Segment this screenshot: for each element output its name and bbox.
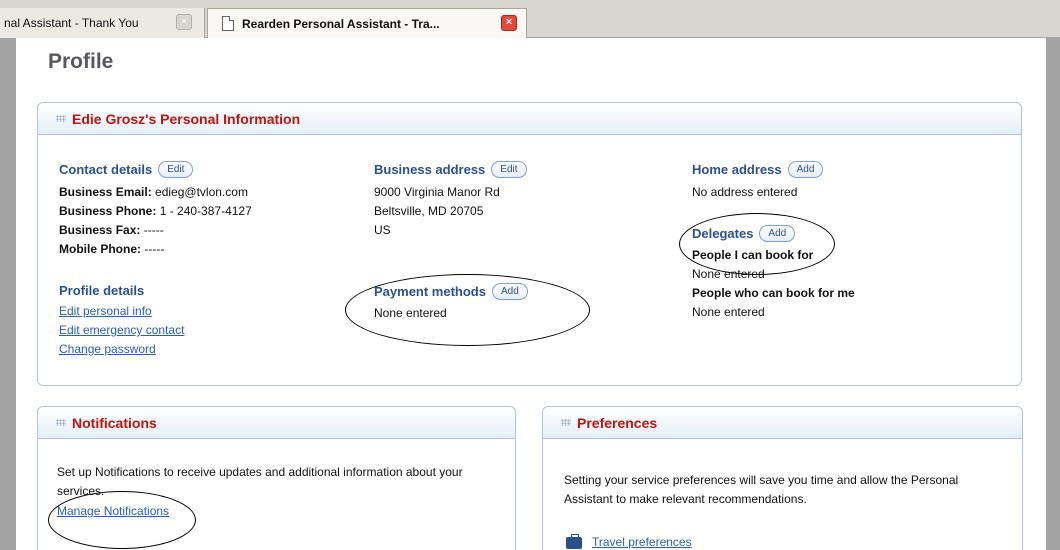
business-address-section: Business address Edit 9000 Virginia Mano…: [374, 161, 674, 240]
drag-grip-icon[interactable]: [56, 419, 66, 426]
add-delegate-button[interactable]: Add: [759, 225, 796, 242]
profile-details-section: Profile details Edit personal info Edit …: [59, 283, 359, 359]
field-label: Business Fax:: [59, 223, 141, 237]
tab-title: Rearden Personal Assistant - Tra...: [242, 16, 440, 31]
book-me-label: People who can book for me: [692, 286, 855, 300]
home-address-heading: Home address Add: [692, 161, 1012, 178]
contact-details-heading: Contact details Edit: [59, 161, 359, 178]
field-label: Mobile Phone:: [59, 242, 141, 256]
contact-details-section: Contact details Edit Business Email: edi…: [59, 161, 359, 259]
heading-label: Payment methods: [374, 284, 486, 299]
page-gutter-right: [1046, 38, 1060, 550]
panel-header: Edie Grosz's Personal Information: [38, 103, 1021, 135]
payment-methods-heading: Payment methods Add: [374, 283, 674, 300]
edit-personal-info-link[interactable]: Edit personal info: [59, 302, 359, 321]
payment-methods-section: Payment methods Add None entered: [374, 283, 674, 323]
book-me-status: None entered: [692, 305, 765, 319]
drag-grip-icon[interactable]: [561, 419, 571, 426]
panel-title: Notifications: [72, 414, 157, 431]
heading-label: Contact details: [59, 162, 153, 177]
address-line: 9000 Virginia Manor Rd: [374, 185, 500, 199]
change-password-link[interactable]: Change password: [59, 340, 359, 359]
tab-close-icon[interactable]: ×: [176, 14, 192, 30]
address-line: Beltsville, MD 20705: [374, 204, 484, 218]
book-for-status: None entered: [692, 267, 765, 281]
browser-tab-thank-you[interactable]: nal Assistant - Thank You ×: [0, 8, 205, 38]
add-home-address-button[interactable]: Add: [787, 161, 824, 178]
home-address-section: Home address Add No address entered: [692, 161, 1012, 202]
notifications-panel: Notifications Set up Notifications to re…: [37, 406, 516, 550]
business-phone: Business Phone: 1 - 240-387-4127: [59, 202, 359, 221]
suitcase-icon: [566, 533, 582, 549]
business-email: Business Email: edieg@tvlon.com: [59, 183, 359, 202]
travel-preferences-link[interactable]: Travel preferences: [592, 533, 692, 550]
home-address-status: No address entered: [692, 185, 798, 199]
profile-details-heading: Profile details: [59, 283, 145, 298]
manage-notifications-link[interactable]: Manage Notifications: [57, 502, 169, 521]
browser-tab-bar: nal Assistant - Thank You × Rearden Pers…: [0, 0, 1060, 38]
drag-grip-icon[interactable]: [56, 115, 66, 122]
field-value: edieg@tvlon.com: [155, 185, 248, 199]
heading-label: Home address: [692, 162, 782, 177]
page-gutter-left: [0, 38, 16, 550]
delegates-heading: Delegates Add: [692, 225, 1012, 242]
field-label: Business Email:: [59, 185, 152, 199]
business-fax: Business Fax: -----: [59, 221, 359, 240]
preferences-panel: Preferences Setting your service prefere…: [542, 406, 1023, 550]
notifications-description: Set up Notifications to receive updates …: [57, 465, 463, 498]
delegates-section: Delegates Add People I can book for None…: [692, 225, 1012, 322]
browser-tab-active[interactable]: Rearden Personal Assistant - Tra... ×: [207, 8, 527, 38]
edit-business-address-button[interactable]: Edit: [491, 161, 527, 178]
business-address-heading: Business address Edit: [374, 161, 674, 178]
field-value: 1 - 240-387-4127: [159, 204, 252, 218]
field-label: Business Phone:: [59, 204, 157, 218]
page-title: Profile: [48, 50, 114, 73]
panel-header: Notifications: [38, 407, 515, 439]
mobile-phone: Mobile Phone: -----: [59, 240, 359, 259]
preferences-description: Setting your service preferences will sa…: [564, 473, 959, 506]
add-payment-method-button[interactable]: Add: [491, 283, 528, 300]
tab-close-icon[interactable]: ×: [501, 15, 517, 31]
travel-preferences-row: Travel preferences: [566, 533, 692, 550]
book-for-label: People I can book for: [692, 248, 814, 262]
personal-info-panel: Edie Grosz's Personal Information Contac…: [37, 102, 1022, 386]
panel-title: Edie Grosz's Personal Information: [72, 110, 301, 127]
field-value: -----: [144, 242, 165, 256]
edit-contact-button[interactable]: Edit: [158, 161, 194, 178]
tab-title: nal Assistant - Thank You: [4, 16, 139, 30]
panel-title: Preferences: [577, 414, 658, 431]
heading-label: Delegates: [692, 226, 754, 241]
field-value: -----: [143, 223, 164, 237]
address-line: US: [374, 223, 391, 237]
heading-label: Business address: [374, 162, 486, 177]
page-icon: [222, 16, 234, 31]
panel-header: Preferences: [543, 407, 1022, 439]
payment-status: None entered: [374, 306, 447, 320]
edit-emergency-contact-link[interactable]: Edit emergency contact: [59, 321, 359, 340]
